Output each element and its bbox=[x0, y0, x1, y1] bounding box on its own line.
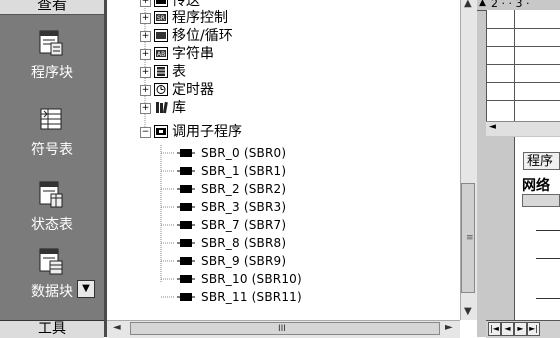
prev-page-button[interactable]: ◄ bbox=[501, 322, 514, 336]
program-control-icon: SR bbox=[154, 11, 168, 24]
scroll-down-arrow[interactable]: ▼ bbox=[464, 306, 472, 317]
scroll-grip: ≡ bbox=[466, 233, 474, 243]
network-comment-box[interactable] bbox=[522, 194, 560, 207]
svg-text:SR: SR bbox=[157, 15, 165, 22]
status-table-icon bbox=[39, 181, 63, 208]
subroutine-icon bbox=[177, 167, 195, 175]
scroll-grip: III bbox=[278, 324, 286, 334]
expand-icon[interactable]: + bbox=[140, 0, 151, 7]
nav-item-symbol-table[interactable]: 符号表 bbox=[0, 105, 104, 165]
tree-node-label: 程序控制 bbox=[172, 10, 228, 26]
subroutine-icon bbox=[177, 149, 195, 157]
nav-item-label: 状态表 bbox=[31, 217, 73, 233]
first-page-button[interactable]: |◄ bbox=[488, 322, 501, 336]
ruler-text: 2 · · 3 · bbox=[491, 0, 530, 10]
nav-item-label: 符号表 bbox=[31, 142, 73, 158]
ladder-rung bbox=[536, 258, 560, 259]
scroll-up-arrow[interactable]: ▲ bbox=[464, 0, 472, 9]
grid-line bbox=[486, 28, 560, 29]
tree-node-label: 字符串 bbox=[172, 46, 214, 62]
subroutine-label: SBR_7 (SBR7) bbox=[201, 218, 287, 232]
nav-item-status-table[interactable]: 状态表 bbox=[0, 180, 104, 240]
scroll-right-arrow[interactable]: ► bbox=[445, 322, 453, 333]
collapse-icon[interactable]: − bbox=[140, 127, 151, 138]
transfer-icon bbox=[154, 0, 168, 7]
expand-icon[interactable]: + bbox=[140, 103, 151, 114]
instruction-tree: + 传送 + SR 程序控制 + 移位/循环 + AB 字符串 + 表 + 定时… bbox=[107, 0, 461, 337]
network-label: 网络 bbox=[522, 178, 550, 194]
subroutine-label: SBR_8 (SBR8) bbox=[201, 236, 287, 250]
svg-text:AB: AB bbox=[157, 51, 165, 58]
subroutine-icon bbox=[177, 239, 195, 247]
program-tab[interactable]: 程序 bbox=[523, 152, 560, 170]
expand-icon[interactable]: + bbox=[140, 13, 151, 24]
ladder-rung bbox=[536, 230, 560, 231]
timer-icon bbox=[154, 83, 168, 96]
nav-footer-tools[interactable]: 工具 bbox=[0, 320, 104, 338]
grid-vline bbox=[514, 10, 515, 123]
scroll-left-arrow[interactable]: ◄ bbox=[113, 322, 121, 333]
data-block-icon bbox=[39, 248, 63, 275]
subroutine-label: SBR_1 (SBR1) bbox=[201, 164, 287, 178]
call-subroutine-icon bbox=[154, 125, 168, 138]
subroutine-label: SBR_11 (SBR11) bbox=[201, 290, 302, 304]
library-icon bbox=[156, 101, 168, 114]
navigation-bar: 查看 程序块 符号表 状态表 数据块 ▼ 工具 bbox=[0, 0, 104, 338]
shift-rotate-icon bbox=[154, 29, 168, 42]
grid-line bbox=[486, 64, 560, 65]
nav-header-view[interactable]: 查看 bbox=[0, 0, 104, 15]
grid-line bbox=[486, 46, 560, 47]
tree-node-label: 库 bbox=[172, 100, 186, 116]
subroutine-label: SBR_9 (SBR9) bbox=[201, 254, 287, 268]
symbol-table-icon bbox=[40, 108, 62, 130]
ladder-rung bbox=[536, 298, 560, 299]
expand-icon[interactable]: + bbox=[140, 85, 151, 96]
expand-icon[interactable]: + bbox=[140, 49, 151, 60]
nav-item-label: 程序块 bbox=[31, 65, 73, 81]
string-icon: AB bbox=[154, 47, 168, 60]
subroutine-label: SBR_0 (SBR0) bbox=[201, 146, 287, 160]
tree-node-label: 调用子程序 bbox=[172, 124, 242, 140]
subroutine-label: SBR_2 (SBR2) bbox=[201, 182, 287, 196]
expand-icon[interactable]: + bbox=[140, 67, 151, 78]
subroutine-icon bbox=[177, 221, 195, 229]
next-page-button[interactable]: ► bbox=[514, 322, 527, 336]
subroutine-label: SBR_10 (SBR10) bbox=[201, 272, 302, 286]
last-page-button[interactable]: ►| bbox=[527, 322, 540, 336]
table-icon bbox=[154, 65, 168, 78]
expand-icon[interactable]: + bbox=[140, 31, 151, 42]
ruler-arrow[interactable]: ▲ bbox=[479, 0, 486, 8]
nav-item-program-block[interactable]: 程序块 bbox=[0, 28, 104, 88]
subroutine-icon bbox=[177, 257, 195, 265]
grid-line bbox=[486, 100, 560, 101]
subroutine-icon bbox=[177, 275, 195, 283]
scroll-left-arrow[interactable]: ◄ bbox=[489, 122, 496, 132]
subroutine-label: SBR_3 (SBR3) bbox=[201, 200, 287, 214]
nav-scroll-down-button[interactable]: ▼ bbox=[77, 280, 95, 298]
nav-item-data-block[interactable]: 数据块 bbox=[0, 247, 104, 307]
subroutine-icon bbox=[177, 293, 195, 301]
program-block-icon bbox=[39, 30, 63, 56]
tree-node-label: 表 bbox=[172, 64, 186, 80]
grid-line bbox=[486, 82, 560, 83]
symbol-grid[interactable] bbox=[486, 10, 560, 123]
subroutine-icon bbox=[177, 185, 195, 193]
tree-node-label: 移位/循环 bbox=[172, 28, 233, 44]
tree-node-label: 定时器 bbox=[172, 82, 214, 98]
grid-horizontal-scrollbar[interactable]: ◄ bbox=[486, 121, 560, 136]
subroutine-icon bbox=[177, 203, 195, 211]
